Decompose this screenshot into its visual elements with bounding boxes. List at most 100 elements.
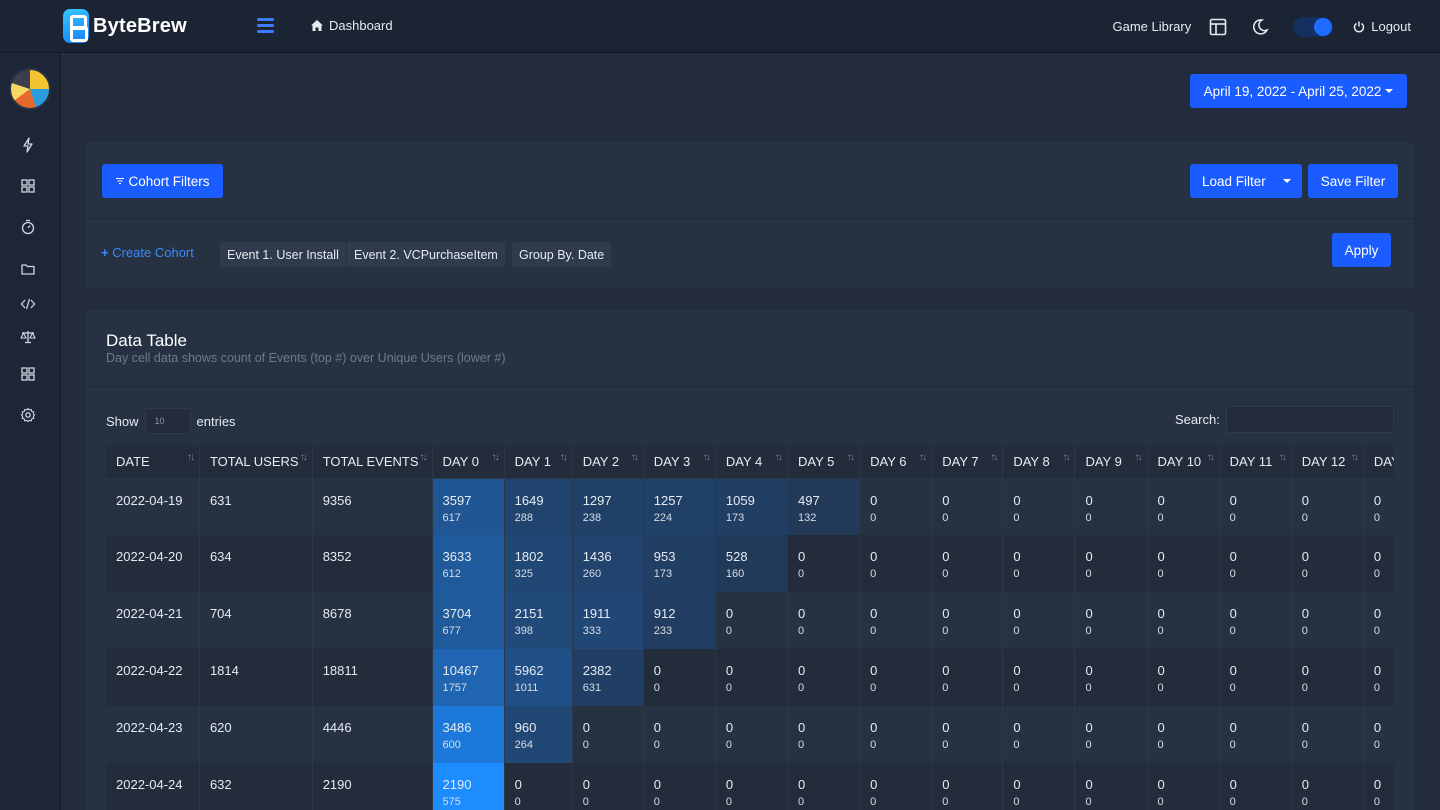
hamburger-menu-icon[interactable] — [257, 18, 274, 33]
filter-chip[interactable]: Event 1. User Install — [220, 242, 346, 267]
folder-icon[interactable] — [20, 261, 36, 277]
table-cell-total-events: 18811 — [312, 649, 433, 706]
column-header[interactable]: DAY 7 ↑↓ — [931, 445, 1004, 479]
logout-button[interactable]: Logout — [1353, 19, 1411, 34]
game-library-link[interactable]: Game Library — [1112, 19, 1191, 34]
code-icon[interactable] — [20, 296, 36, 312]
unique-users-count: 0 — [798, 682, 805, 694]
column-header[interactable]: DAY 1↑↓ — [1363, 445, 1394, 479]
layout-icon[interactable] — [1209, 18, 1227, 36]
day-cell: 00 — [1291, 706, 1364, 763]
column-header[interactable]: DAY 6 ↑↓ — [859, 445, 933, 479]
bolt-icon[interactable] — [20, 137, 36, 153]
column-header[interactable]: DAY 8 ↑↓ — [1002, 445, 1076, 479]
create-cohort-link[interactable]: + Create Cohort — [101, 245, 194, 260]
day-cell: 1297 238 — [572, 478, 644, 535]
date-range-button[interactable]: April 19, 2022 - April 25, 2022 — [1190, 74, 1407, 108]
column-header-label: DAY 9 — [1085, 453, 1122, 469]
day-cell: 00 — [572, 706, 644, 763]
unique-users-count: 173 — [653, 568, 673, 580]
event-count: 0 — [942, 777, 950, 792]
cohort-filters-label: Cohort Filters — [128, 173, 210, 189]
unique-users-count: 233 — [653, 625, 673, 637]
column-header[interactable]: TOTAL USERS ↑↓ — [199, 445, 313, 479]
sort-arrows-icon: ↑↓ — [1134, 452, 1143, 463]
day-cell: 00 — [1074, 535, 1148, 592]
event-count: 2151 — [514, 606, 544, 621]
event-count: 0 — [1157, 663, 1165, 678]
filter-chip[interactable]: Event 2. VCPurchaseItem — [347, 242, 505, 267]
column-header[interactable]: DAY 0 ↑↓ — [432, 445, 505, 479]
column-header-label: DAY 11 — [1229, 453, 1273, 469]
day-cell: 3704 677 — [432, 592, 505, 649]
column-header[interactable]: DAY 3 ↑↓ — [643, 445, 716, 479]
day-cell: 3633 612 — [432, 535, 505, 592]
cohort-filters-button[interactable]: Cohort Filters — [102, 164, 223, 198]
unique-users-count: 0 — [1013, 739, 1020, 751]
day-cell: 528 160 — [715, 535, 788, 592]
caret-down-icon — [1283, 179, 1291, 183]
apply-button[interactable]: Apply — [1332, 233, 1391, 267]
day-cell: 00 — [1002, 763, 1075, 810]
column-header[interactable]: DAY 4 ↑↓ — [715, 445, 789, 479]
table-scroll-area[interactable]: DATE ↑↓ TOTAL USERS ↑↓ TOTAL EVENTS ↑↓ DAY 0 ↑↓… — [106, 445, 1394, 810]
game-avatar[interactable] — [9, 68, 51, 110]
column-header[interactable]: DAY 12 ↑↓ — [1291, 445, 1364, 479]
day-cell: 3486 600 — [432, 706, 505, 763]
unique-users-count: 238 — [582, 511, 602, 524]
page-size-control: Show 10 entries — [106, 408, 236, 434]
unique-users-count: 0 — [942, 739, 949, 751]
timer-icon[interactable] — [20, 219, 36, 235]
column-header[interactable]: DAY 10 ↑↓ — [1147, 445, 1220, 479]
column-header[interactable]: DATE ↑↓ — [106, 445, 200, 479]
unique-users-count: 0 — [725, 739, 733, 751]
column-header[interactable]: DAY 2 ↑↓ — [572, 445, 644, 479]
dark-mode-toggle[interactable] — [1293, 16, 1334, 37]
page-size-select[interactable]: 10 — [144, 408, 191, 434]
balance-scale-icon[interactable] — [20, 329, 36, 345]
brand-logo[interactable]: ByteBrew — [63, 9, 187, 43]
search-input[interactable] — [1225, 406, 1394, 433]
day-cell: 00 — [643, 763, 716, 810]
breadcrumb[interactable]: Dashboard — [311, 18, 393, 33]
day-cell: 00 — [1002, 592, 1075, 649]
event-count: 0 — [1013, 720, 1021, 735]
day-cell: 00 — [1147, 706, 1220, 763]
filter-chip[interactable]: Group By. Date — [512, 242, 612, 267]
column-header[interactable]: TOTAL EVENTS ↑↓ — [312, 445, 433, 479]
moon-icon[interactable] — [1251, 18, 1269, 36]
event-count: 497 — [798, 492, 820, 508]
event-count: 1257 — [653, 492, 683, 508]
sort-arrows-icon: ↑↓ — [1350, 452, 1359, 463]
unique-users-count: 0 — [1085, 568, 1092, 580]
unique-users-count: 0 — [942, 511, 949, 524]
event-count: 912 — [653, 606, 676, 621]
apps-icon[interactable] — [20, 366, 36, 382]
event-count: 0 — [1373, 606, 1382, 621]
event-count: 1649 — [514, 492, 544, 508]
day-cell: 5962 1011 — [504, 649, 573, 706]
load-filter-button[interactable]: Load Filter — [1190, 164, 1302, 198]
event-count: 2382 — [582, 663, 612, 678]
column-header[interactable]: DAY 11 ↑↓ — [1219, 445, 1292, 479]
day-cell: 1802 325 — [504, 535, 573, 592]
unique-users-count: 0 — [942, 796, 949, 808]
event-count: 2190 — [442, 777, 472, 792]
caret-down-icon — [1385, 89, 1394, 93]
load-filter-dropdown-toggle[interactable] — [1272, 164, 1302, 198]
create-cohort-label: Create Cohort — [112, 245, 194, 260]
unique-users-count: 0 — [1157, 796, 1164, 808]
save-filter-button[interactable]: Save Filter — [1308, 164, 1398, 198]
column-header[interactable]: DAY 1↑↓ — [504, 445, 573, 479]
gear-icon[interactable] — [20, 407, 36, 423]
event-count: 0 — [1085, 549, 1093, 564]
column-header[interactable]: DAY 9 ↑↓ — [1074, 445, 1148, 479]
divider — [86, 218, 1414, 219]
day-cell: 953 173 — [643, 535, 716, 592]
column-header[interactable]: DAY 5 ↑↓ — [787, 445, 861, 479]
unique-users-count: 0 — [942, 625, 949, 637]
unique-users-count: 0 — [582, 796, 589, 808]
grid-icon[interactable] — [20, 178, 36, 194]
day-cell: 00 — [787, 535, 860, 592]
day-cell: 00 — [787, 649, 860, 706]
